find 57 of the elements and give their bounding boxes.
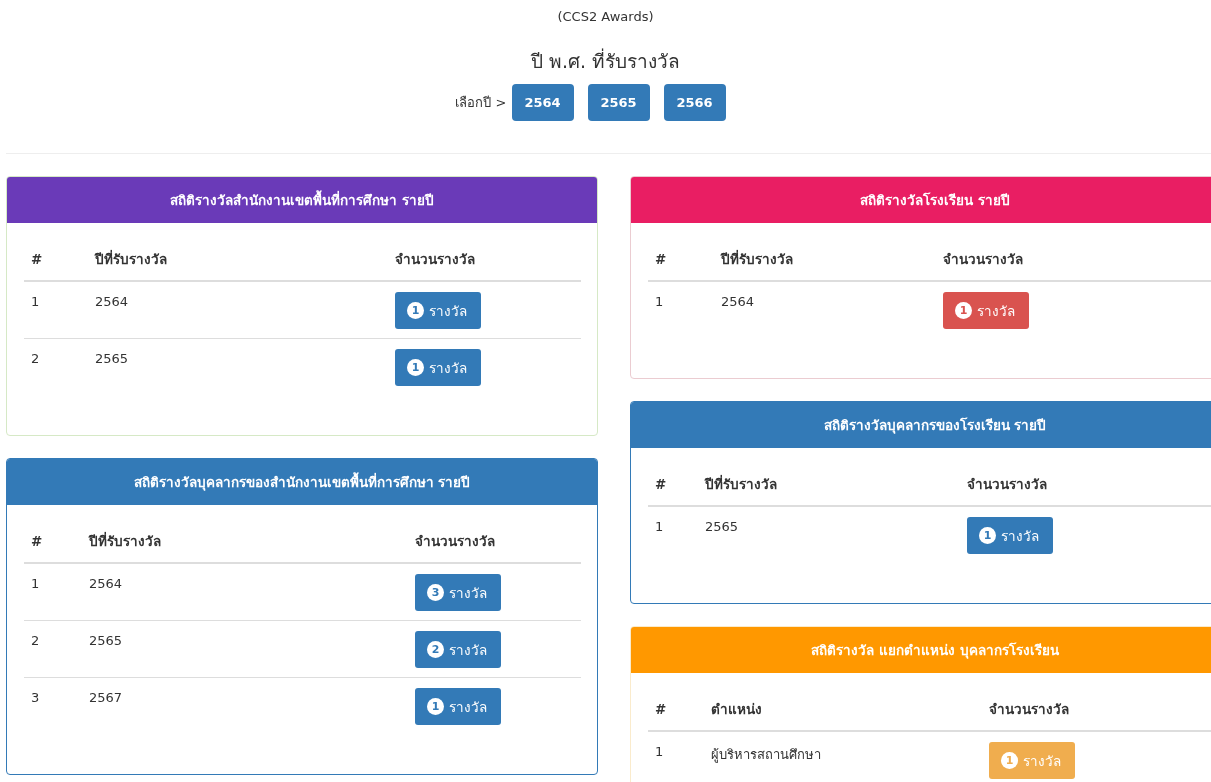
count-badge: 2	[427, 641, 444, 658]
column-header: จำนวนรางวัล	[414, 532, 496, 551]
panel-header: สถิติรางวัลบุคลากรของโรงเรียน รายปี	[631, 402, 1211, 448]
column-header: ตำแหน่ง	[710, 700, 763, 719]
panel-header: สถิติรางวัลโรงเรียน รายปี	[631, 177, 1211, 223]
column-header: #	[654, 476, 668, 492]
column-header: ปีที่รับรางวัล	[703, 474, 778, 494]
panel-header: สถิติรางวัล แยกตำแหน่ง บุคลากรโรงเรียน	[631, 627, 1211, 673]
page-subtitle: (CCS2 Awards)	[557, 9, 654, 24]
award-count-button[interactable]: 1 รางวัล	[943, 292, 1029, 329]
count-badge: 1	[979, 527, 996, 544]
table-cell-text: 2567	[88, 689, 124, 707]
table-cell-text: 1	[30, 293, 41, 311]
year-button[interactable]: 2566	[663, 84, 726, 121]
panel-header: สถิติรางวัลสำนักงานเขตพื้นที่การศึกษา รายปี	[7, 177, 597, 223]
column-header: จำนวนรางวัล	[394, 250, 476, 269]
column-header: #	[30, 251, 44, 267]
panel-header: สถิติรางวัลบุคลากรของสำนักงานเขตพื้นที่การศึกษา รายปี	[7, 459, 597, 505]
count-badge: 1	[407, 302, 424, 319]
award-count-button[interactable]: 1 รางวัล	[967, 517, 1053, 554]
table-cell-text: 1	[654, 293, 665, 311]
table-cell-text: 1	[654, 743, 665, 761]
year-button[interactable]: 2564	[511, 84, 574, 121]
column-header: จำนวนรางวัล	[988, 700, 1070, 719]
count-badge: 1	[955, 302, 972, 319]
column-header: ปีที่รับรางวัล	[87, 531, 162, 551]
award-count-button[interactable]: 3 รางวัล	[415, 574, 501, 611]
table-cell-text: 2	[30, 350, 41, 368]
page-title: ปี พ.ศ. ที่รับรางวัล	[530, 47, 681, 74]
count-badge: 1	[1001, 752, 1018, 769]
award-count-button[interactable]: 2 รางวัล	[415, 631, 501, 668]
column-header: จำนวนรางวัล	[942, 250, 1024, 269]
table-cell-text: 1	[30, 575, 41, 593]
table-cell-text: 2	[30, 632, 41, 650]
table-cell-text: 2564	[720, 293, 756, 311]
table-cell-text: 2565	[94, 350, 130, 368]
column-header: #	[654, 701, 668, 717]
count-badge: 1	[407, 359, 424, 376]
award-count-button[interactable]: 1 รางวัล	[395, 349, 481, 386]
table-cell-text: 2564	[88, 575, 124, 593]
count-badge: 3	[427, 584, 444, 601]
column-header: จำนวนรางวัล	[966, 475, 1048, 494]
column-header: #	[654, 251, 668, 267]
column-header: #	[30, 533, 44, 549]
award-count-button[interactable]: 1 รางวัล	[415, 688, 501, 725]
year-prompt: เลือกปี >	[455, 94, 507, 112]
table-cell-text: 2564	[94, 293, 130, 311]
table-cell-text: 1	[654, 518, 665, 536]
table-cell-text: 2565	[704, 518, 740, 536]
award-count-button[interactable]: 1 รางวัล	[395, 292, 481, 329]
column-header: ปีที่รับรางวัล	[93, 249, 168, 269]
count-badge: 1	[427, 698, 444, 715]
table-cell-text: ผู้บริหารสถานศึกษา	[710, 746, 822, 765]
column-header: ปีที่รับรางวัล	[719, 249, 794, 269]
year-button[interactable]: 2565	[587, 84, 650, 121]
table-cell-text: 3	[30, 689, 41, 707]
table-cell-text: 2565	[88, 632, 124, 650]
